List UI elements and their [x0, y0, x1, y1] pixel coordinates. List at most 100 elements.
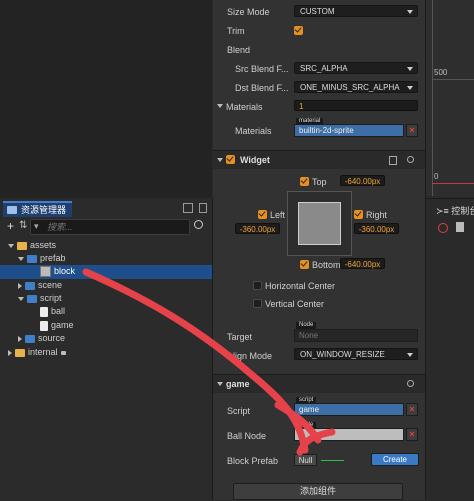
target-type-tag: Node [296, 322, 317, 329]
chevron-down-icon [407, 67, 413, 71]
gear-icon[interactable] [407, 156, 414, 163]
left-value-input[interactable]: -360.00px [235, 223, 280, 234]
folder-icon [25, 334, 35, 343]
collapse-icon[interactable] [18, 335, 22, 342]
clear-script-button[interactable]: × [406, 403, 418, 416]
search-icon[interactable] [194, 220, 203, 229]
game-title: game [226, 379, 250, 389]
prefab-icon [40, 266, 51, 278]
src-blend-label: Src Blend F... [235, 64, 289, 74]
clear-material-button[interactable]: × [406, 124, 418, 137]
expand-icon[interactable] [217, 158, 223, 162]
ruler-label-500: 500 [434, 68, 448, 77]
menu-icon[interactable] [199, 203, 207, 213]
bottom-value-input[interactable]: -640.00px [340, 258, 385, 269]
material-asset-field[interactable]: builtin-2d-sprite [294, 124, 404, 137]
ruler-label-0: 0 [434, 172, 439, 181]
vertical-center-label: Vertical Center [265, 299, 325, 309]
materials-label: Materials [226, 102, 263, 112]
horizontal-center-label: Horizontal Center [265, 281, 336, 291]
collapse-icon[interactable] [18, 282, 22, 289]
materials-count-input[interactable]: 1 [294, 100, 418, 111]
tree-label: scene [38, 280, 63, 290]
script-asset-field[interactable]: game [294, 403, 404, 416]
scene-ruler-line [432, 0, 433, 196]
tree-item-game[interactable]: game [40, 319, 74, 332]
add-component-button[interactable]: 添加组件 [233, 483, 403, 500]
filter-icon[interactable] [456, 222, 464, 232]
dst-blend-label: Dst Blend F... [235, 83, 289, 93]
expand-icon[interactable] [217, 382, 223, 386]
create-button[interactable]: Create [371, 453, 419, 466]
left-label: Left [270, 210, 286, 220]
tree-item-ball[interactable]: ball [40, 305, 65, 318]
sort-icon[interactable]: ⇅ [19, 220, 27, 232]
expand-icon[interactable] [18, 256, 24, 261]
chevron-down-icon [407, 86, 413, 90]
tree-item-script[interactable]: script [18, 292, 62, 305]
dst-blend-select[interactable]: ONE_MINUS_SRC_ALPHA [294, 81, 418, 93]
console-icon: ≻≡ [436, 206, 452, 216]
tree-item-block[interactable]: block [40, 265, 75, 278]
tree-label: block [54, 266, 76, 276]
horizontal-center-checkbox[interactable] [253, 281, 262, 290]
align-mode-select[interactable]: ON_WINDOW_RESIZE [294, 348, 418, 360]
collapse-icon[interactable] [8, 349, 12, 356]
trim-checkbox[interactable] [294, 26, 303, 35]
console-tab-label: 控制台 [451, 206, 474, 216]
scene-view[interactable]: 500 0 [426, 0, 474, 196]
js-file-icon [40, 320, 48, 331]
top-value-input[interactable]: -640.00px [340, 175, 385, 186]
maximize-icon[interactable] [183, 203, 193, 213]
clear-console-icon[interactable] [438, 223, 448, 233]
add-icon[interactable]: + [7, 220, 14, 232]
help-icon[interactable] [389, 156, 397, 165]
tree-label: source [38, 333, 66, 343]
block-prefab-field[interactable]: Null [294, 454, 317, 466]
src-blend-select[interactable]: SRC_ALPHA [294, 62, 418, 74]
gear-icon[interactable] [407, 380, 414, 387]
bottom-checkbox[interactable] [300, 260, 309, 269]
tree-label: game [51, 320, 74, 330]
ball-node-field[interactable] [294, 428, 404, 441]
inspector-panel: Size Mode CUSTOM Trim Blend Src Blend F.… [213, 0, 426, 500]
target-label: Target [227, 332, 253, 342]
bottom-label: Bottom [312, 260, 341, 270]
expand-icon[interactable] [217, 104, 223, 108]
assets-tab[interactable]: 资源管理器 [3, 201, 73, 217]
right-value-input[interactable]: -360.00px [354, 223, 399, 234]
tree-label: prefab [40, 253, 66, 263]
tree-item-source[interactable]: source [18, 332, 65, 345]
align-mode-label: Align Mode [227, 351, 273, 361]
clear-ball-node-button[interactable]: × [406, 428, 418, 441]
top-checkbox[interactable] [300, 177, 309, 186]
size-mode-value: CUSTOM [300, 7, 335, 16]
tree-item-assets[interactable]: assets [8, 239, 56, 252]
widget-section-header[interactable]: Widget [213, 150, 425, 169]
tree-item-scene[interactable]: scene [18, 279, 62, 292]
hierarchy-panel [0, 0, 212, 198]
search-field[interactable]: ▾ [30, 219, 190, 235]
src-blend-value: SRC_ALPHA [300, 64, 348, 73]
chevron-down-icon [407, 353, 413, 357]
materials-item-label: Materials [235, 126, 272, 136]
vertical-center-checkbox[interactable] [253, 299, 262, 308]
target-node-field[interactable]: None [294, 329, 418, 342]
filter-icon: ▾ [34, 221, 39, 231]
js-file-icon [40, 306, 48, 317]
folder-icon [17, 241, 27, 250]
right-checkbox[interactable] [354, 210, 363, 219]
tree-item-prefab[interactable]: prefab [18, 252, 66, 265]
console-tab[interactable]: ≻≡ 控制台 [436, 204, 474, 217]
expand-icon[interactable] [8, 243, 14, 248]
widget-enabled-checkbox[interactable] [226, 155, 235, 164]
game-section-header[interactable]: game [213, 374, 425, 393]
size-mode-select[interactable]: CUSTOM [294, 5, 418, 17]
search-input[interactable] [47, 220, 177, 234]
expand-icon[interactable] [18, 296, 24, 301]
tree-label: script [40, 293, 62, 303]
tree-item-internal[interactable]: internal [8, 346, 66, 359]
tree-label: internal [28, 347, 58, 357]
left-checkbox[interactable] [258, 210, 267, 219]
widget-anchor-inner [298, 202, 341, 245]
